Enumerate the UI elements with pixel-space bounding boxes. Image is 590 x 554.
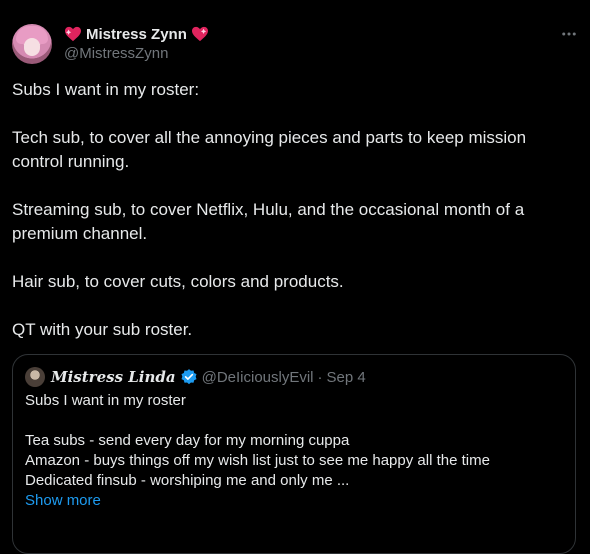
tweet-paragraph: Hair sub, to cover cuts, colors and prod… (12, 272, 344, 291)
author-avatar[interactable] (12, 24, 52, 64)
author-handle[interactable]: @MistressZynn (64, 45, 168, 62)
show-more-link[interactable]: Show more (25, 491, 565, 511)
quoted-author-avatar[interactable] (25, 367, 45, 387)
author-name-row[interactable]: Mistress Zynn (64, 24, 209, 44)
sparkling-heart-icon (191, 26, 208, 42)
quoted-line: Tea subs - send every day for my morning… (25, 432, 350, 449)
quoted-author-handle[interactable]: @DeIiciouslyEvil (202, 369, 314, 386)
tweet-paragraph: Tech sub, to cover all the annoying piec… (12, 128, 527, 171)
tweet-paragraph: QT with your sub roster. (12, 320, 193, 339)
quoted-tweet-text: Subs I want in my roster Tea subs - send… (25, 391, 565, 511)
separator-dot: · (317, 368, 323, 386)
quoted-tweet-date[interactable]: Sep 4 (327, 369, 366, 386)
tweet-paragraph: Streaming sub, to cover Netflix, Hulu, a… (12, 200, 525, 243)
sparkling-heart-icon (65, 26, 81, 42)
avatar-face (24, 38, 40, 56)
post: Mistress Zynn @MistressZynn Subs I want … (0, 0, 590, 554)
quoted-tweet[interactable]: Mistress Linda @DeIiciouslyEvil · Sep 4 … (12, 354, 576, 554)
more-options-button[interactable] (558, 24, 580, 44)
quoted-line: Amazon - buys things off my wish list ju… (25, 452, 490, 469)
author-name[interactable]: Mistress Zynn (86, 26, 187, 43)
tweet-text: Subs I want in my roster: Tech sub, to c… (12, 78, 572, 366)
verified-badge-icon (181, 369, 197, 385)
quoted-tweet-header: Mistress Linda @DeIiciouslyEvil · Sep 4 (25, 367, 366, 387)
quoted-author-name[interactable]: Mistress Linda (51, 368, 176, 386)
quoted-line: Dedicated finsub - worshiping me and onl… (25, 472, 350, 489)
more-horizontal-icon (562, 32, 576, 36)
tweet-paragraph: Subs I want in my roster: (12, 80, 200, 99)
quoted-line: Subs I want in my roster (25, 392, 186, 409)
